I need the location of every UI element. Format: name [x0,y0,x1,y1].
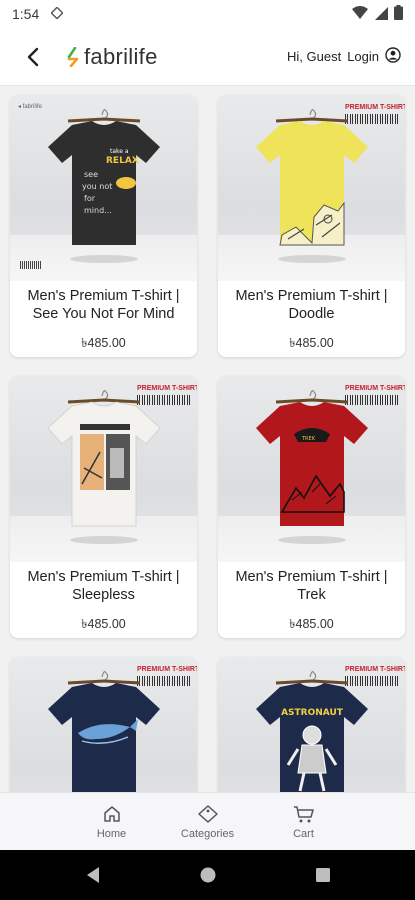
nav-cart-label: Cart [293,827,314,840]
product-image: PREMIUM T-SHIRT [10,657,197,792]
cart-icon [293,805,314,822]
system-back-button[interactable] [83,865,103,885]
product-image: PREMIUM T-SHIRT [10,376,197,562]
product-image: PREMIUM T-SHIRT [218,95,405,281]
nav-home-label: Home [96,827,127,840]
product-card[interactable]: PREMIUM T-SHIRT Men's Premium T-shirt | … [10,376,197,638]
system-recents-button[interactable] [313,865,333,885]
svg-text:take a: take a [110,148,129,155]
tshirt-image: ASTRONAUT [256,671,368,792]
triangle-back-icon [86,867,99,883]
product-card[interactable]: PREMIUM T-SHIRT ASTRONAUT [218,657,405,792]
status-time: 1:54 [12,6,40,22]
product-image: PREMIUM T-SHIRT ASTRONAUT [218,657,405,792]
signal-icon [374,6,388,23]
wifi-icon [352,5,368,23]
notification-icon [50,6,64,22]
product-card[interactable]: PREMIUM T-SHIRT Men's Premium T-shirt | … [218,95,405,357]
nav-cart[interactable]: Cart [272,793,336,850]
home-icon [103,805,120,822]
product-title: Men's Premium T-shirt | Doodle [235,288,388,322]
nav-categories-label: Categories [180,827,235,840]
svg-text:ASTRONAUT: ASTRONAUT [281,708,344,718]
product-card[interactable]: PREMIUM T-SHIRT TREK Men's Premium T-shi… [218,376,405,638]
product-title: Men's Premium T-shirt | Trek [235,569,388,603]
product-card[interactable]: ◂ fabrilife take a RELAX see you not for… [10,95,197,357]
brand-logo[interactable]: fabrilife [66,44,158,70]
svg-text:for: for [84,194,96,203]
nav-categories[interactable]: Categories [176,793,240,850]
tshirt-image: TREK [256,390,368,526]
square-recents-icon [315,868,330,882]
svg-text:mind...: mind... [84,206,112,215]
system-navigation-bar [0,850,415,900]
svg-text:you not: you not [82,182,112,191]
barcode-icon [20,261,42,269]
product-image: PREMIUM T-SHIRT TREK [218,376,405,562]
back-button[interactable] [22,46,44,68]
logo-mark-icon [67,46,79,67]
tshirt-image: take a RELAX see you not for mind... [48,109,160,245]
battery-icon [394,5,403,23]
tshirt-image [47,390,161,527]
svg-text:see: see [84,170,98,179]
product-price: ৳485.00 [289,617,334,631]
tshirt-image [48,671,160,792]
user-circle-icon[interactable] [385,47,401,66]
app-screen: 1:54 fabrilife Hi, Guest Login ◂ fabrili… [0,0,415,900]
greeting-text: Hi, Guest [287,49,342,64]
bottom-navigation: Home Categories Cart [0,792,415,850]
brand-watermark: ◂ fabrilife [18,104,43,110]
login-link[interactable]: Login [347,49,379,64]
back-arrow-icon [27,47,39,66]
status-bar: 1:54 [0,0,415,28]
product-card[interactable]: PREMIUM T-SHIRT [10,657,197,792]
product-price: ৳485.00 [81,336,126,350]
product-title: Men's Premium T-shirt | Sleepless [27,569,180,603]
tshirt-image [256,109,368,246]
product-grid: ◂ fabrilife take a RELAX see you not for… [0,86,415,792]
product-price: ৳485.00 [289,336,334,350]
app-header: fabrilife Hi, Guest Login [0,28,415,86]
tag-icon [197,804,218,823]
product-price: ৳485.00 [81,617,126,631]
system-home-button[interactable] [198,865,218,885]
circle-home-icon [200,867,215,883]
svg-text:RELAX: RELAX [106,156,139,166]
product-title: Men's Premium T-shirt | See You Not For … [27,288,180,322]
brand-name: fabrilife [84,43,158,69]
svg-text:TREK: TREK [301,436,316,442]
product-image: ◂ fabrilife take a RELAX see you not for… [10,95,197,281]
nav-home[interactable]: Home [80,793,144,850]
